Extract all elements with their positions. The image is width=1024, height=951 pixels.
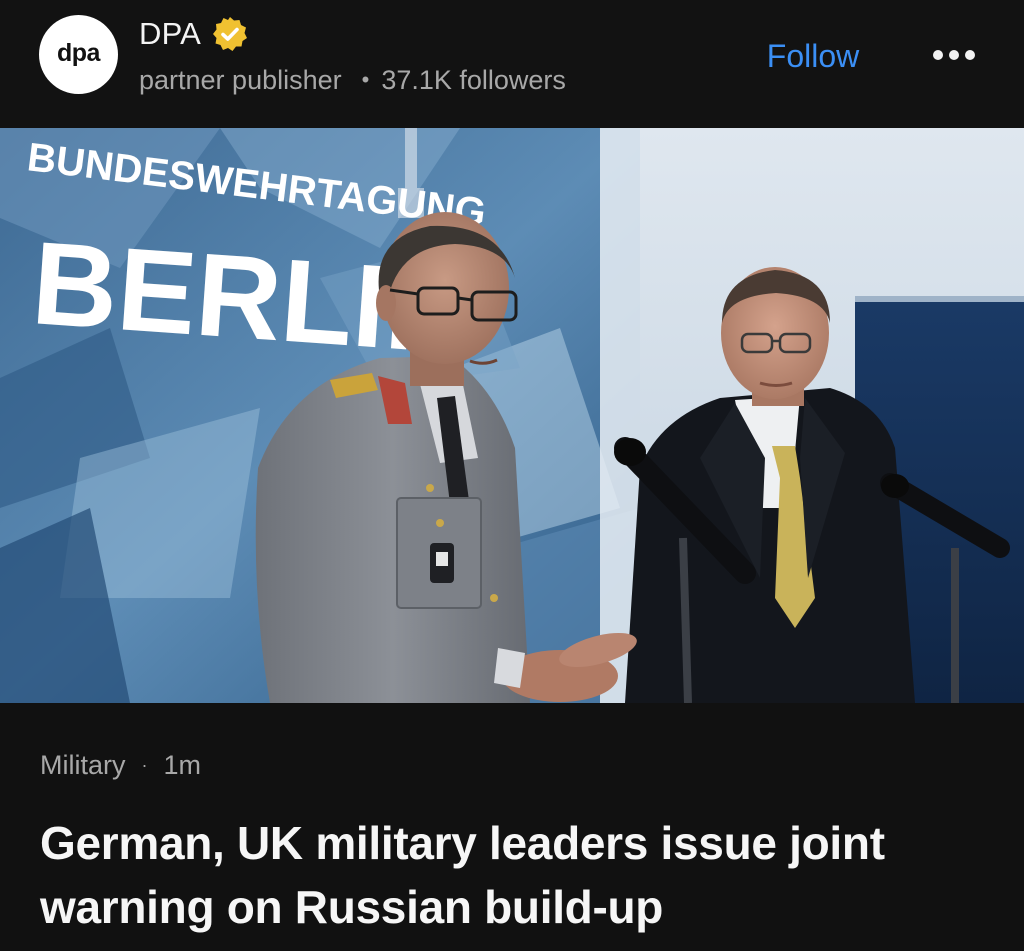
article-meta: Military · 1m: [40, 747, 201, 783]
publisher-name[interactable]: DPA: [139, 16, 201, 52]
article-age: 1m: [163, 749, 202, 780]
follower-count: 37.1K followers: [381, 64, 566, 95]
meta-separator-dot: •: [361, 67, 370, 92]
publisher-header: dpa DPA partner publisher • 37.1K follow…: [0, 0, 1024, 128]
follow-button[interactable]: Follow: [752, 34, 874, 78]
publisher-logo-text: dpa: [57, 39, 100, 67]
article-headline[interactable]: German, UK military leaders issue joint …: [40, 811, 1000, 939]
article-info: Military · 1m German, UK military leader…: [0, 703, 1024, 951]
publisher-name-row: DPA: [139, 14, 249, 54]
verified-badge-icon: [211, 15, 249, 53]
publisher-avatar[interactable]: dpa: [39, 15, 118, 94]
publisher-meta: partner publisher • 37.1K followers: [139, 62, 566, 98]
article-hero-image[interactable]: BUNDESWEHRTAGUNG BERLIN: [0, 128, 1024, 703]
more-options-button[interactable]: [926, 38, 982, 72]
article-category[interactable]: Military: [40, 750, 126, 781]
more-horizontal-icon: [933, 50, 975, 60]
news-card: dpa DPA partner publisher • 37.1K follow…: [0, 0, 1024, 951]
meta-separator: ·: [141, 754, 148, 775]
publisher-type: partner publisher: [139, 64, 342, 95]
